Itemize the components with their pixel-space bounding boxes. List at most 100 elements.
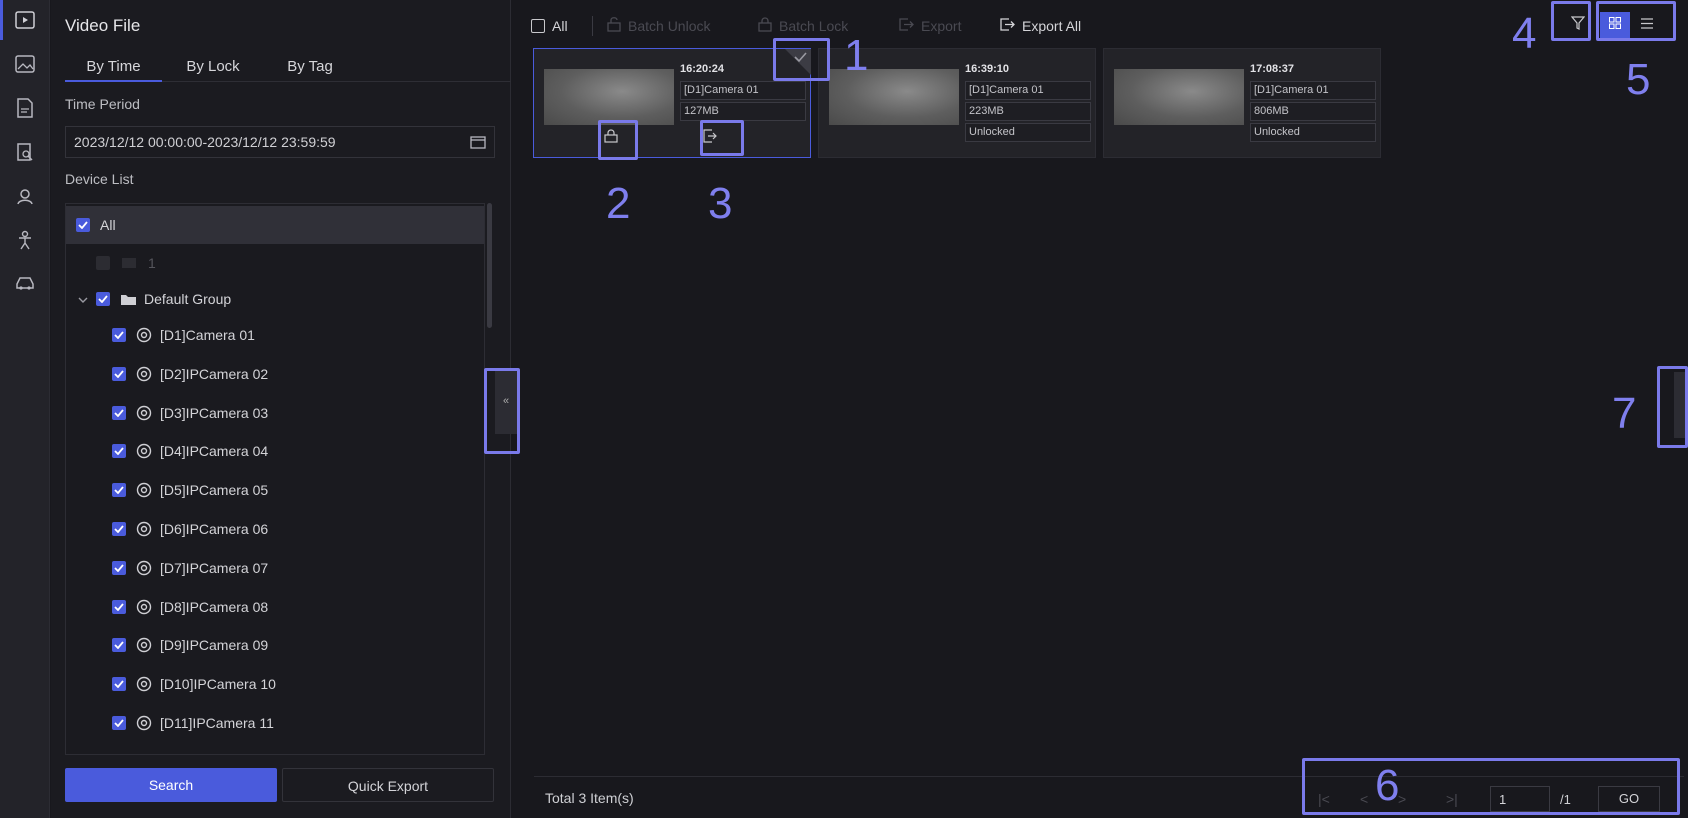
card-time: 16:39:10 [965, 63, 1010, 75]
person-icon[interactable] [13, 228, 37, 252]
card-camera: [D1]Camera 01 [680, 81, 806, 100]
export-all-label: Export All [1022, 18, 1082, 34]
tree-camera-row[interactable]: [D7]IPCamera 07 [66, 549, 484, 587]
card-status: Unlocked [1250, 123, 1376, 142]
tree-camera-row[interactable]: [D10]IPCamera 10 [66, 665, 484, 703]
time-period-label: Time Period [65, 96, 140, 112]
chevron-down-icon[interactable] [78, 292, 88, 308]
checkbox-camera[interactable] [112, 522, 126, 536]
document-icon[interactable] [13, 96, 37, 120]
export-all-icon [999, 17, 1015, 35]
tree-camera-label: [D2]IPCamera 02 [160, 365, 269, 382]
checkbox-camera[interactable] [112, 677, 126, 692]
checkbox-camera[interactable] [112, 638, 126, 653]
card-size: 806MB [1250, 102, 1376, 121]
active-indicator [0, 0, 3, 40]
tree-group-row[interactable]: Default Group [66, 280, 484, 318]
annotation-box-collapse [484, 368, 520, 454]
tab-by-time[interactable]: By Time [65, 58, 162, 75]
tree-disabled-label: 1 [148, 255, 156, 271]
checkbox-camera[interactable] [112, 716, 126, 730]
export-icon [898, 17, 914, 35]
active-tab-underline [65, 80, 162, 82]
batch-lock-label: Batch Lock [779, 18, 849, 34]
face-icon[interactable] [13, 184, 37, 208]
video-icon[interactable] [13, 8, 37, 32]
time-period-value: 2023/12/12 00:00:00-2023/12/12 23:59:59 [74, 134, 336, 150]
tab-by-tag[interactable]: By Tag [265, 58, 355, 75]
tree-camera-row[interactable]: [D11]IPCamera 11 [66, 704, 484, 742]
camera-icon [136, 637, 152, 656]
tree-camera-row[interactable]: [D2]IPCamera 02 [66, 355, 484, 393]
annotation-number-6: 6 [1375, 761, 1400, 810]
card-time: 17:08:37 [1250, 63, 1295, 75]
card-size: 127MB [680, 102, 806, 121]
device-list-label: Device List [65, 171, 134, 187]
tree-camera-row[interactable]: [D1]Camera 01 [66, 316, 484, 354]
batch-unlock-button[interactable]: Batch Unlock [607, 15, 710, 37]
batch-lock-button[interactable]: Batch Lock [758, 15, 848, 37]
video-card[interactable]: 17:08:37 [D1]Camera 01 806MB Unlocked [1103, 48, 1381, 158]
total-items: Total 3 Item(s) [545, 790, 634, 806]
tree-camera-label: [D5]IPCamera 05 [160, 482, 269, 499]
tree-camera-row[interactable]: [D4]IPCamera 04 [66, 432, 484, 470]
calendar-icon[interactable] [470, 135, 486, 152]
tab-by-lock[interactable]: By Lock [167, 58, 259, 75]
annotation-box-2 [598, 120, 638, 160]
card-status: Unlocked [965, 123, 1091, 142]
video-card[interactable]: 16:20:24 [D1]Camera 01 127MB [533, 48, 811, 158]
checkbox-camera[interactable] [112, 560, 126, 575]
tree-camera-row[interactable]: [D3]IPCamera 03 [66, 394, 484, 432]
device-icon [122, 258, 136, 268]
tree-camera-label: [D8]IPCamera 08 [160, 598, 269, 615]
tree-camera-row[interactable]: [D6]IPCamera 06 [66, 510, 484, 548]
tree-scrollbar[interactable] [487, 203, 492, 328]
annotation-number-2: 2 [606, 179, 631, 228]
select-all-toggle[interactable]: All [531, 15, 568, 37]
video-thumbnail[interactable] [544, 69, 674, 125]
checkbox-camera[interactable] [112, 405, 126, 420]
annotation-box-4 [1551, 1, 1591, 41]
tree-camera-label: [D4]IPCamera 04 [160, 443, 269, 460]
card-time: 16:20:24 [680, 63, 725, 75]
export-label: Export [921, 18, 962, 34]
export-all-button[interactable]: Export All [999, 15, 1081, 37]
camera-icon [136, 560, 152, 579]
card-camera: [D1]Camera 01 [1250, 81, 1376, 100]
search-log-icon[interactable] [13, 140, 37, 164]
card-size: 223MB [965, 102, 1091, 121]
select-all-label: All [552, 18, 568, 34]
time-period-field[interactable]: 2023/12/12 00:00:00-2023/12/12 23:59:59 [65, 126, 495, 158]
checkbox-all[interactable] [76, 218, 90, 232]
nav-rail [0, 0, 50, 818]
tree-camera-label: [D7]IPCamera 07 [160, 559, 269, 576]
checkbox-group[interactable] [96, 292, 110, 306]
annotation-box-7 [1657, 366, 1688, 448]
checkbox-camera[interactable] [112, 483, 126, 498]
quick-export-button[interactable]: Quick Export [282, 768, 494, 802]
tree-camera-row[interactable]: [D9]IPCamera 09 [66, 626, 484, 664]
image-icon[interactable] [13, 52, 37, 76]
search-button[interactable]: Search [65, 768, 277, 802]
video-thumbnail[interactable] [1114, 69, 1244, 125]
checkbox-camera[interactable] [112, 328, 126, 342]
checkbox-select-all[interactable] [531, 19, 545, 33]
tree-camera-row[interactable]: [D5]IPCamera 05 [66, 471, 484, 509]
annotation-number-1: 1 [844, 31, 869, 80]
camera-icon [136, 599, 152, 618]
checkbox-camera[interactable] [112, 599, 126, 614]
tree-all-row[interactable]: All [66, 206, 484, 244]
vehicle-icon[interactable] [13, 272, 37, 296]
camera-icon [136, 443, 152, 462]
tree-camera-label: [D10]IPCamera 10 [160, 676, 276, 693]
folder-icon [120, 293, 137, 309]
device-tree: All 1 Default Group [D1]Camera 01 [D2]IPC… [65, 203, 485, 755]
tree-camera-label: [D3]IPCamera 03 [160, 404, 269, 421]
annotation-number-5: 5 [1626, 55, 1651, 104]
export-button[interactable]: Export [898, 15, 961, 37]
checkbox-camera[interactable] [112, 366, 126, 381]
annotation-box-3 [700, 120, 744, 156]
camera-icon [136, 327, 152, 346]
checkbox-camera[interactable] [112, 444, 126, 459]
tree-camera-row[interactable]: [D8]IPCamera 08 [66, 588, 484, 626]
